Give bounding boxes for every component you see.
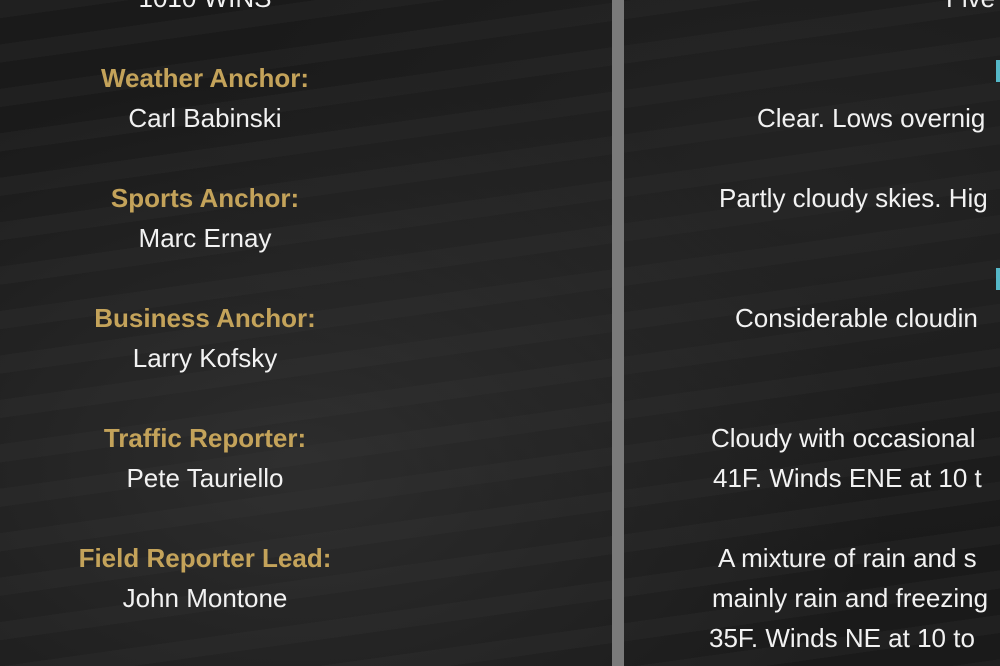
forecast-line: Clear. Lows overnig <box>757 103 986 133</box>
forecast-line: A mixture of rain and s <box>718 543 977 573</box>
column-divider <box>612 0 624 666</box>
staff-name: Carl Babinski <box>128 103 282 133</box>
staff-role: Traffic Reporter: <box>103 423 307 453</box>
staff-item-weather-anchor: Weather Anchor: Carl Babinski <box>0 58 410 138</box>
staff-item-business-anchor: Business Anchor: Larry Kofsky <box>0 298 410 378</box>
forecast-day-label <box>996 60 1000 82</box>
forecast-line: Partly cloudy skies. Hig <box>719 183 988 213</box>
forecast-line: 35F. Winds NE at 10 to <box>709 623 975 653</box>
staff-role: Business Anchor: <box>94 303 316 333</box>
staff-role: Weather Anchor: <box>100 63 310 93</box>
forecast-line: Cloudy with occasional <box>711 423 976 453</box>
staff-name: John Montone <box>122 583 288 613</box>
station-name: 1010 WINS <box>0 0 410 18</box>
forecast-line: mainly rain and freezing <box>712 583 989 613</box>
staff-item-field-reporter-lead: Field Reporter Lead: John Montone <box>0 538 410 618</box>
staff-name: Larry Kofsky <box>132 343 278 373</box>
staff-role: Field Reporter Lead: <box>78 543 332 573</box>
forecast-line: 41F. Winds ENE at 10 t <box>713 463 982 493</box>
forecast-day-label <box>996 268 1000 290</box>
staff-name: Marc Ernay <box>138 223 272 253</box>
forecast-panel: Five Clear. Lows overnig Partly cloudy s… <box>624 0 1000 666</box>
staff-item-sports-anchor: Sports Anchor: Marc Ernay <box>0 178 410 258</box>
forecast-header: Five <box>946 0 995 18</box>
staff-name: Pete Tauriello <box>126 463 284 493</box>
forecast-line: Considerable cloudin <box>735 303 978 333</box>
staff-item-traffic-reporter: Traffic Reporter: Pete Tauriello <box>0 418 410 498</box>
staff-role: Sports Anchor: <box>110 183 300 213</box>
staff-list: 1010 WINS Weather Anchor: Carl Babinski … <box>0 0 410 666</box>
